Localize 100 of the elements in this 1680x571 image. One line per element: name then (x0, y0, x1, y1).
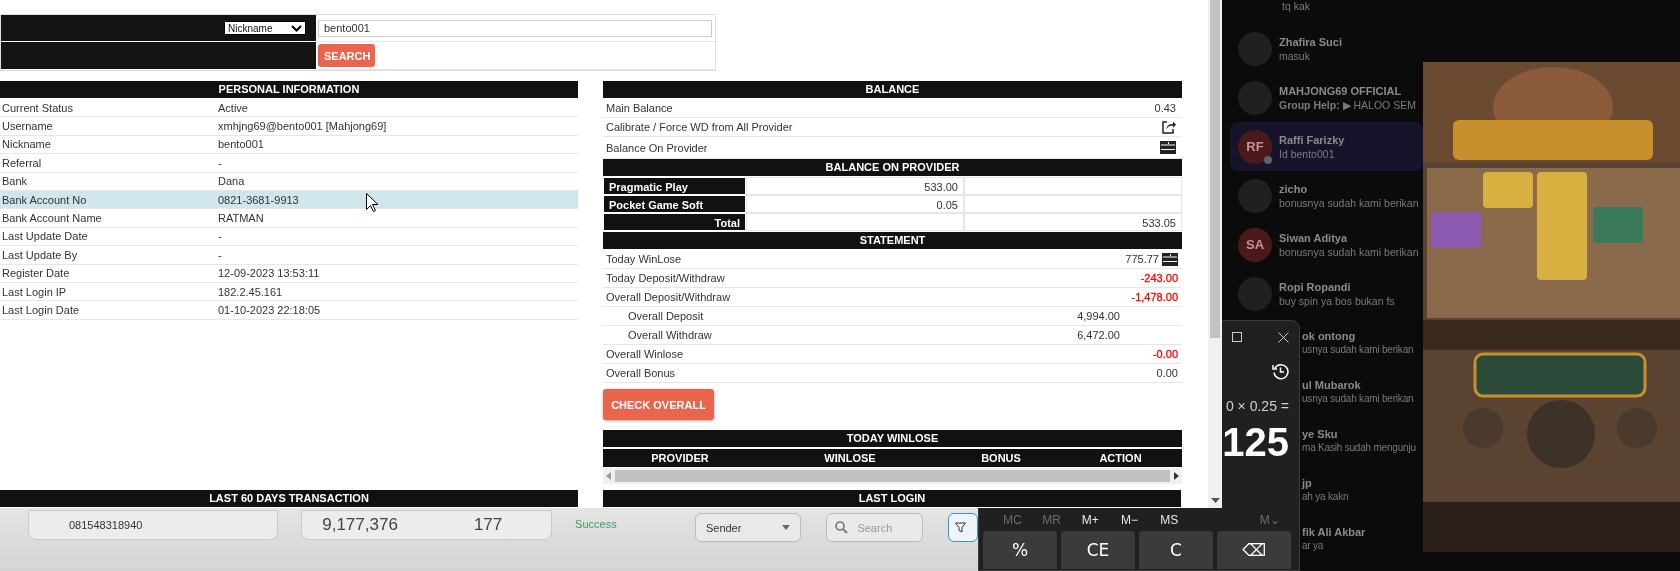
phone-number: 081548318940 (69, 519, 143, 531)
total-value: 533.05 (964, 213, 1182, 231)
message-preview: usnya sudah kami berikan (1302, 344, 1414, 355)
chat-item[interactable]: Ropi Ropandi buy spin ya bos bukan fs (1230, 269, 1423, 318)
chat-item[interactable]: RF Raffi Farizky Id bento001 (1230, 122, 1423, 171)
statement-value: -1,478.00 (1131, 291, 1178, 303)
field-value: - (218, 230, 222, 243)
contact-name: jp (1302, 477, 1313, 489)
calculator-key[interactable]: ⌫ (1217, 531, 1291, 569)
calculator-key[interactable]: % (983, 531, 1057, 569)
field-value: bento001 (218, 138, 264, 151)
message-preview: ma Kasih sudah mengunju (1302, 442, 1416, 453)
down-arrow-icon[interactable] (1210, 498, 1220, 504)
contact-name: Siwan Aditya (1279, 231, 1349, 244)
statement-label: Overall Deposit/Withdraw (606, 291, 731, 303)
filter-icon (955, 522, 967, 533)
right-arrow-icon[interactable] (1174, 472, 1179, 480)
section-header: BALANCE ON PROVIDER (603, 159, 1182, 176)
history-icon[interactable] (1272, 363, 1289, 380)
contact-name: Ropi Ropandi (1279, 280, 1352, 293)
contact-name: MAHJONG69 OFFICIAL (1279, 84, 1403, 97)
field-value: - (218, 248, 222, 261)
field-value: - (218, 156, 222, 169)
maximize-icon[interactable] (1232, 332, 1242, 342)
result-display: 125 (1222, 419, 1289, 466)
balance-label: Main Balance (606, 102, 673, 114)
field-label: Last Login Date (1, 304, 81, 316)
chat-item[interactable]: Zhafira Suci masuk (1230, 24, 1423, 73)
memory-button[interactable]: M+ (1081, 513, 1121, 527)
list-icon[interactable] (1162, 252, 1178, 266)
memory-button[interactable]: M− (1121, 513, 1161, 527)
message-preview: Id bento001 (1279, 147, 1336, 160)
contact-name: zicho (1279, 182, 1309, 195)
field-label: Referral (1, 156, 43, 169)
statement-value: 775.77 (1125, 253, 1159, 265)
section-header: PERSONAL INFORMATION (0, 81, 578, 98)
statement-label: Today Deposit/Withdraw (606, 272, 725, 284)
message-preview: ar ya (1302, 540, 1325, 551)
chat-item[interactable]: jp ah ya kakn (1300, 465, 1423, 514)
chat-item[interactable]: fik Ali Akbar ar ya (1300, 514, 1423, 563)
chat-item[interactable]: tq kak (1230, 0, 1423, 24)
count-text: 177 (473, 515, 503, 535)
field-value: Active (218, 101, 248, 114)
memory-button[interactable]: MS (1160, 513, 1200, 527)
avatar-initials: RF (1246, 139, 1264, 154)
online-dot (1264, 155, 1272, 164)
caret-icon (291, 24, 302, 32)
contact-name: ok ontong (1302, 330, 1357, 342)
phone-card[interactable]: 081548318940 (28, 510, 279, 540)
message-preview: bonusnya sudah kami berikan (1279, 245, 1419, 258)
chat-item[interactable]: zicho bonusnya sudah kami berikan (1230, 171, 1423, 220)
close-icon[interactable] (1278, 331, 1289, 343)
field-label: Last Update By (1, 248, 79, 261)
field-select[interactable]: Nickname (224, 21, 306, 35)
section-header: STATEMENT (603, 232, 1182, 249)
balance-value: 0.43 (1154, 102, 1176, 114)
field-label: Register Date (1, 267, 71, 280)
column-header: WINLOSE (823, 452, 877, 464)
message-preview: masuk (1279, 49, 1311, 62)
caret-icon (782, 525, 791, 530)
share-icon[interactable] (1161, 120, 1176, 134)
check-overall-button[interactable]: CHECK OVERALL (603, 389, 714, 420)
filter-button[interactable] (948, 513, 978, 542)
column-header: ACTION (1098, 452, 1143, 464)
statement-value: -0.00 (1152, 348, 1178, 360)
field-value: 182.2.45.161 (218, 285, 283, 298)
contact-name: ul Mubarok (1302, 379, 1362, 391)
calculator-key[interactable]: CE (1061, 531, 1135, 569)
message-preview: Group Help: ▶ HALOO SEM (1279, 98, 1416, 111)
chat-item[interactable]: SA Siwan Aditya bonusnya sudah kami berikan (1230, 220, 1423, 269)
statement-value: -243.00 (1140, 272, 1178, 284)
search-button[interactable]: SEARCH (318, 44, 375, 67)
chat-item[interactable]: ye Sku ma Kasih sudah mengunju (1300, 416, 1423, 465)
calculator-key[interactable]: C (1139, 531, 1213, 569)
statement-value: 6,472.00 (1077, 329, 1120, 341)
provider-balance: 0.05 (746, 195, 964, 213)
message-preview: tq kak (1282, 0, 1310, 12)
chat-item[interactable]: ok ontong usnya sudah kami berikan (1300, 318, 1423, 367)
statement-value: 0.00 (1156, 367, 1178, 379)
field-label: Nickname (1, 138, 52, 151)
statement-label: Overall Winlose (606, 348, 684, 360)
sender-select[interactable]: Sender (694, 513, 802, 542)
avatar-initials: SA (1245, 237, 1265, 252)
vertical-scrollbar[interactable] (1208, 0, 1222, 508)
chat-item[interactable]: MAHJONG69 OFFICIAL Group Help: ▶ HALOO SEM (1230, 73, 1423, 122)
statement-label: Overall Deposit (628, 310, 704, 322)
list-icon[interactable] (1160, 141, 1176, 154)
section-header: TODAY WINLOSE (603, 430, 1182, 447)
chat-item[interactable]: ul Mubarok usnya sudah kami berikan (1300, 367, 1423, 416)
field-label: Bank Account No (1, 193, 88, 206)
field-label: Bank Account Name (1, 212, 103, 225)
amount-text: 9,177,376 (322, 515, 398, 535)
horizontal-scrollbar[interactable] (603, 468, 1182, 484)
contact-name: Raffi Farizky (1279, 133, 1345, 146)
search-field[interactable]: Search (826, 513, 924, 542)
search-input[interactable]: bento001 (318, 19, 712, 37)
expression-text: 0 × 0.25 = (1225, 398, 1289, 414)
total-label: Total (603, 213, 746, 231)
field-label: Bank (1, 175, 29, 188)
section-header: BALANCE (603, 81, 1182, 98)
